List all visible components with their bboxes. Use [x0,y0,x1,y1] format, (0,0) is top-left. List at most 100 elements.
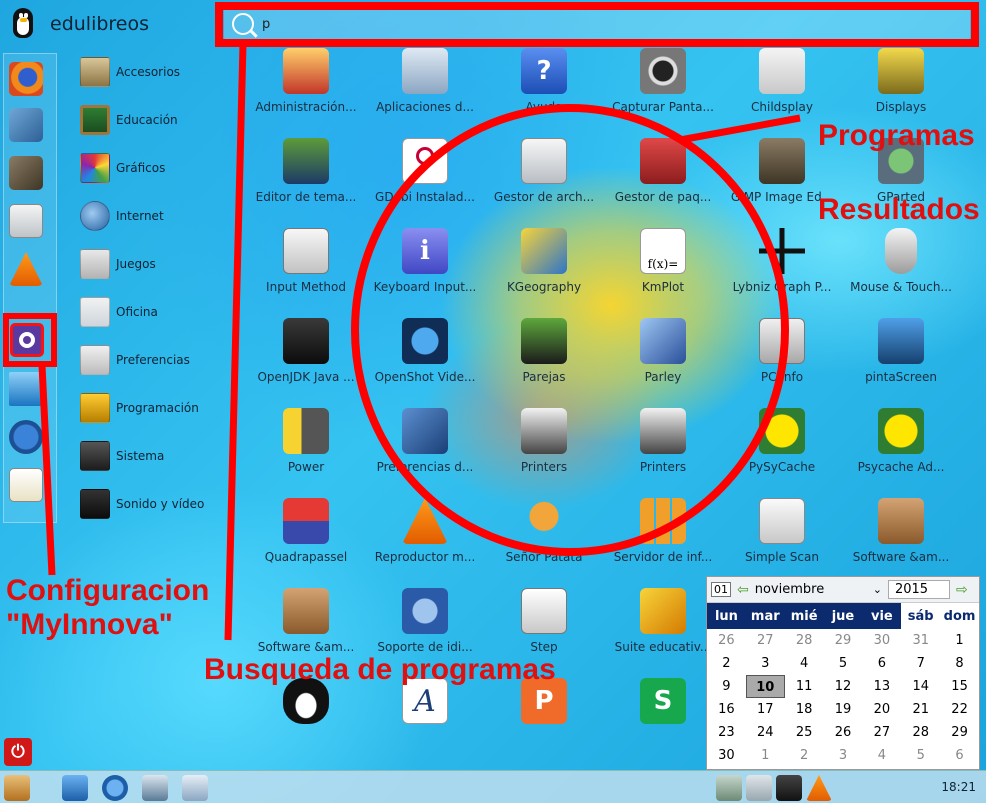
app-pintascreen[interactable]: pintaScreen [843,318,959,402]
files-icon[interactable] [182,775,208,801]
app-simple-scan[interactable]: Simple Scan [724,498,840,582]
app-senor-patata[interactable]: Señor Patata [486,498,602,582]
file-cabinet-icon[interactable] [9,204,43,238]
category-internet[interactable]: Internet [80,199,164,233]
calendar-day[interactable]: 6 [862,652,901,675]
calendar-day[interactable]: 12 [824,675,863,698]
app-openjdk[interactable]: OpenJDK Java ... [248,318,364,402]
calendar-day[interactable]: 10 [745,675,785,698]
app-kmplot[interactable]: f(x)= KmPlot [605,228,721,312]
category-oficina[interactable]: Oficina [80,295,158,329]
app-kgeography[interactable]: KGeography [486,228,602,312]
calendar-day[interactable]: 14 [901,675,940,698]
calendar-day[interactable]: 30 [707,744,746,767]
calendar-day[interactable]: 8 [940,652,979,675]
category-programacion[interactable]: Programación [80,391,199,425]
browser-icon[interactable] [102,775,128,801]
calendar-day[interactable]: 3 [746,652,785,675]
network-icon[interactable] [716,775,742,801]
app-wps-presentation[interactable]: P [486,678,602,762]
power-button[interactable]: ⏻ [4,738,32,766]
calendar-day[interactable]: 5 [901,744,940,767]
app-administracion[interactable]: Administración... [248,48,364,132]
monitor-icon[interactable] [9,372,43,406]
app-input-method[interactable]: Input Method [248,228,364,312]
app-reproductor[interactable]: Reproductor m... [367,498,483,582]
category-sistema[interactable]: Sistema [80,439,164,473]
month-selector[interactable]: noviembre [755,582,867,597]
calendar-day[interactable]: 1 [746,744,785,767]
calendar-day[interactable]: 22 [940,698,979,721]
app-lybniz[interactable]: Lybniz Graph P... [724,228,840,312]
calendar-day[interactable]: 7 [901,652,940,675]
calendar-day[interactable]: 26 [707,629,746,652]
notepad-icon[interactable] [9,468,43,502]
chevron-down-icon[interactable]: ⌄ [873,583,882,596]
calendar-day[interactable]: 1 [940,629,979,652]
category-accesorios[interactable]: Accesorios [80,55,180,89]
category-juegos[interactable]: Juegos [80,247,156,281]
calendar-day[interactable]: 28 [785,629,824,652]
category-preferencias[interactable]: Preferencias [80,343,190,377]
app-preferencias-escritorio[interactable]: Preferencias d... [367,408,483,492]
app-ayuda[interactable]: ? Ayuda [486,48,602,132]
app-wps-spreadsheet[interactable]: S [605,678,721,762]
year-spinner[interactable]: 2015 [887,580,950,599]
calendar-day[interactable]: 24 [746,721,785,744]
app-gestor-paquetes[interactable]: Gestor de paq... [605,138,721,222]
calendar-day[interactable]: 5 [824,652,863,675]
calendar-day[interactable]: 2 [707,652,746,675]
calendar-day[interactable]: 27 [746,629,785,652]
calendar-day[interactable]: 16 [707,698,746,721]
app-capturar-pantalla[interactable]: Capturar Panta... [605,48,721,132]
gimp-icon[interactable] [9,156,43,190]
play-icon[interactable] [9,420,43,454]
home-icon[interactable] [62,775,88,801]
app-gestor-archivos[interactable]: Gestor de arch... [486,138,602,222]
app-gdebi[interactable]: GDebi Instalad... [367,138,483,222]
volume-icon[interactable] [746,775,772,801]
app-psycache-admin[interactable]: Psycache Ad... [843,408,959,492]
calendar-day[interactable]: 31 [901,629,940,652]
calendar-day[interactable]: 17 [746,698,785,721]
calendar-day[interactable]: 18 [785,698,824,721]
calendar-day[interactable]: 21 [901,698,940,721]
calendar-day[interactable]: 23 [707,721,746,744]
calendar-day[interactable]: 13 [862,675,901,698]
calendar-day[interactable]: 4 [862,744,901,767]
app-software-1[interactable]: Software &am... [843,498,959,582]
calendar-day[interactable]: 20 [862,698,901,721]
calendar-day[interactable]: 4 [785,652,824,675]
start-menu-icon[interactable] [4,775,30,801]
pen-tool-icon[interactable] [776,775,802,801]
app-printers-2[interactable]: Printers [605,408,721,492]
app-quadrapassel[interactable]: Quadrapassel [248,498,364,582]
app-pysycache[interactable]: PySyCache [724,408,840,492]
app-mouse-touchpad[interactable]: Mouse & Touch... [843,228,959,312]
app-aplicaciones[interactable]: Aplicaciones d... [367,48,483,132]
app-power[interactable]: Power [248,408,364,492]
app-font-viewer[interactable]: A [367,678,483,762]
app-suite-educativa[interactable]: Suite educativ... [605,588,721,672]
app-keyboard-input[interactable]: i Keyboard Input... [367,228,483,312]
firefox-icon[interactable] [9,62,43,96]
calendar-day[interactable]: 29 [824,629,863,652]
app-parejas[interactable]: Parejas [486,318,602,402]
app-parley[interactable]: Parley [605,318,721,402]
calendar-day[interactable]: 3 [824,744,863,767]
calendar-day[interactable]: 29 [940,721,979,744]
calendar-day[interactable]: 9 [707,675,746,698]
vlc-tray-icon[interactable] [806,775,832,801]
calendar-day[interactable]: 27 [862,721,901,744]
settings-gear-icon[interactable] [10,323,44,357]
calendar-day[interactable]: 28 [901,721,940,744]
app-tux[interactable] [248,678,364,762]
calendar-day[interactable]: 15 [940,675,979,698]
search-input[interactable] [262,16,942,32]
app-pc-info[interactable]: PC Info [724,318,840,402]
calendar-day[interactable]: 6 [940,744,979,767]
calendar-day[interactable]: 25 [785,721,824,744]
terminal-icon[interactable] [142,775,168,801]
bird-icon[interactable] [9,108,43,142]
category-graficos[interactable]: Gráficos [80,151,165,185]
